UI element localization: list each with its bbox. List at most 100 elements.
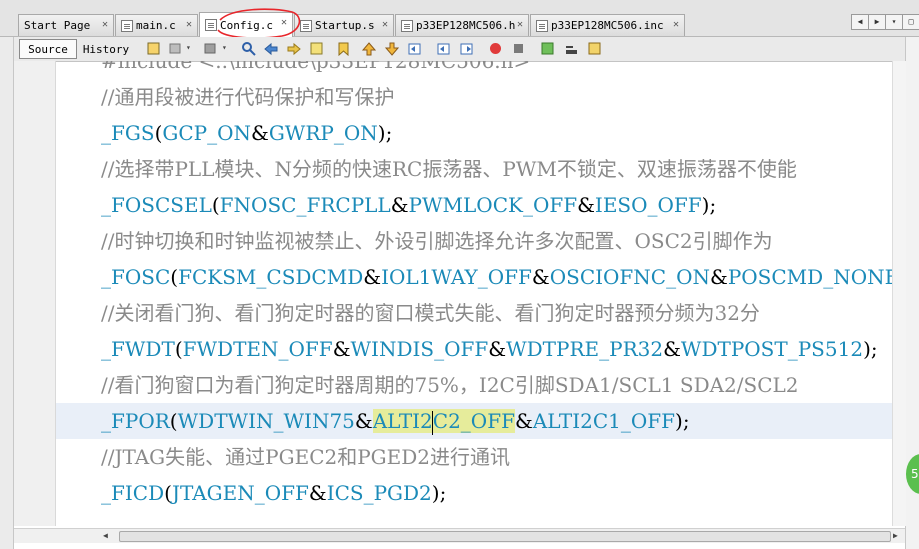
close-icon[interactable]: ✕ bbox=[673, 19, 679, 30]
code-line[interactable]: 16//时钟切换和时钟监视被禁止、外设引脚选择允许多次配置、OSC2引脚作为 bbox=[56, 223, 892, 259]
close-icon[interactable]: ✕ bbox=[102, 19, 108, 30]
scroll-left-icon[interactable]: ◀ bbox=[851, 14, 869, 30]
code-line-content[interactable]: _FICD(JTAGEN_OFF&ICS_PGD2); bbox=[56, 475, 892, 511]
close-icon[interactable]: ✕ bbox=[517, 19, 523, 30]
dropdown-icon[interactable]: ▾ bbox=[186, 43, 191, 52]
dropdown-icon[interactable]: ▾ bbox=[222, 43, 227, 52]
code-token: //JTAG失能、通过PGEC2和PGED2进行通讯 bbox=[101, 445, 511, 469]
code-line-content[interactable]: //选择带PLL模块、N分频的快速RC振荡器、PWM不锁定、双速振荡器不使能 bbox=[56, 151, 892, 187]
code-line[interactable]: 15_FOSCSEL(FNOSC_FRCPLL&PWMLOCK_OFF&IESO… bbox=[56, 187, 892, 223]
code-line[interactable]: 18//关闭看门狗、看门狗定时器的窗口模式失能、看门狗定时器预分频为32分 bbox=[56, 295, 892, 331]
previous-bookmark-icon[interactable] bbox=[361, 41, 376, 56]
code-line[interactable]: 20//看门狗窗口为看门狗定时器周期的75%，I2C引脚SDA1/SCL1 SD… bbox=[56, 367, 892, 403]
uncomment-icon[interactable] bbox=[564, 41, 579, 56]
tab-header-h[interactable]: p33EP128MC506.h ✕ bbox=[395, 14, 529, 36]
next-bookmark-icon[interactable] bbox=[384, 41, 399, 56]
code-token: _FPOR bbox=[101, 409, 170, 433]
code-line-content[interactable]: //时钟切换和时钟监视被禁止、外设引脚选择允许多次配置、OSC2引脚作为 bbox=[56, 223, 892, 259]
code-token: GWRP_ON bbox=[268, 121, 378, 145]
code-token: ( bbox=[170, 265, 179, 289]
code-token: _FGS bbox=[101, 121, 155, 145]
back-icon[interactable] bbox=[168, 41, 183, 56]
code-line[interactable]: 22//JTAG失能、通过PGEC2和PGED2进行通讯 bbox=[56, 439, 892, 475]
toggle-highlight-icon[interactable] bbox=[309, 41, 324, 56]
tab-header-inc[interactable]: p33EP128MC506.inc ✕ bbox=[530, 14, 685, 36]
code-token: PWMLOCK_OFF bbox=[408, 193, 578, 217]
code-line[interactable]: 14//选择带PLL模块、N分频的快速RC振荡器、PWM不锁定、双速振荡器不使能 bbox=[56, 151, 892, 187]
find-icon[interactable] bbox=[241, 41, 256, 56]
close-icon[interactable]: ✕ bbox=[382, 19, 388, 30]
scroll-left-icon[interactable]: ◀ bbox=[103, 531, 108, 540]
code-token: & bbox=[354, 409, 373, 433]
close-icon[interactable]: ✕ bbox=[186, 19, 192, 30]
format-icon[interactable] bbox=[587, 41, 602, 56]
code-line-content[interactable]: _FGS(GCP_ON&GWRP_ON); bbox=[56, 115, 892, 151]
code-line-content[interactable]: //看门狗窗口为看门狗定时器周期的75%，I2C引脚SDA1/SCL1 SDA2… bbox=[56, 367, 892, 403]
code-line-content[interactable]: _FOSC(FCKSM_CSDCMD&IOL1WAY_OFF&OSCIOFNC_… bbox=[56, 259, 892, 295]
code-line[interactable]: 19_FWDT(FWDTEN_OFF&WINDIS_OFF&WDTPRE_PR3… bbox=[56, 331, 892, 367]
code-token: ); bbox=[701, 193, 717, 217]
code-token: WDTPOST_PS512 bbox=[680, 337, 864, 361]
tab-main-c[interactable]: main.c ✕ bbox=[115, 14, 198, 36]
code-line-content[interactable]: _FOSCSEL(FNOSC_FRCPLL&PWMLOCK_OFF&IESO_O… bbox=[56, 187, 892, 223]
code-line-content[interactable]: _FWDT(FWDTEN_OFF&WINDIS_OFF&WDTPRE_PR32&… bbox=[56, 331, 892, 367]
code-token: //通用段被进行代码保护和写保护 bbox=[101, 85, 395, 109]
toggle-bookmark-icon[interactable] bbox=[336, 41, 351, 56]
code-token: ( bbox=[211, 193, 220, 217]
shift-line-left-icon[interactable] bbox=[436, 41, 451, 56]
record-macro-icon[interactable] bbox=[488, 41, 503, 56]
code-line-content[interactable]: //通用段被进行代码保护和写保护 bbox=[56, 79, 892, 115]
vertical-scrollbar[interactable] bbox=[892, 61, 906, 526]
comment-icon[interactable] bbox=[540, 41, 555, 56]
code-token: & bbox=[308, 481, 327, 505]
source-view-button[interactable]: Source bbox=[19, 39, 77, 59]
tab-label: Startup.s bbox=[315, 19, 375, 32]
scrollbar-thumb[interactable] bbox=[119, 531, 891, 542]
code-line[interactable]: 13_FGS(GCP_ON&GWRP_ON); bbox=[56, 115, 892, 151]
forward-icon[interactable] bbox=[203, 41, 218, 56]
restore-icon[interactable]: ▾ bbox=[885, 14, 903, 30]
code-token: JTAGEN_OFF bbox=[171, 481, 309, 505]
scroll-right-icon[interactable]: ▶ bbox=[868, 14, 886, 30]
code-line-content[interactable]: #include <..\include\p33EP128MC506.h> bbox=[56, 61, 892, 79]
code-line[interactable]: 12//通用段被进行代码保护和写保护 bbox=[56, 79, 892, 115]
code-line[interactable]: 21_FPOR(WDTWIN_WIN75&ALTI2C2_OFF&ALTI2C1… bbox=[56, 403, 892, 439]
code-token: IESO_OFF bbox=[594, 193, 702, 217]
code-line-content[interactable]: //JTAG失能、通过PGEC2和PGED2进行通讯 bbox=[56, 439, 892, 475]
code-token: FNOSC_FRCPLL bbox=[219, 193, 391, 217]
stop-macro-icon[interactable] bbox=[511, 41, 526, 56]
code-line-content[interactable]: _FPOR(WDTWIN_WIN75&ALTI2C2_OFF&ALTI2C1_O… bbox=[56, 403, 892, 439]
code-line-content[interactable]: //关闭看门狗、看门狗定时器的窗口模式失能、看门狗定时器预分频为32分 bbox=[56, 295, 892, 331]
scroll-right-icon[interactable]: ▶ bbox=[893, 531, 898, 540]
code-line[interactable]: 11#include <..\include\p33EP128MC506.h> bbox=[56, 61, 892, 79]
code-token: ); bbox=[377, 121, 393, 145]
code-token: FWDTEN_OFF bbox=[182, 337, 333, 361]
tab-startup-s[interactable]: Startup.s ✕ bbox=[294, 14, 394, 36]
code-line[interactable]: 23_FICD(JTAGEN_OFF&ICS_PGD2); bbox=[56, 475, 892, 511]
code-line[interactable]: 17_FOSC(FCKSM_CSDCMD&IOL1WAY_OFF&OSCIOFN… bbox=[56, 259, 892, 295]
tab-start-page[interactable]: Start Page ✕ bbox=[18, 14, 114, 36]
code-token: IOL1WAY_OFF bbox=[381, 265, 532, 289]
last-edit-icon[interactable] bbox=[146, 41, 161, 56]
code-token: ( bbox=[169, 409, 178, 433]
code-token: & bbox=[710, 265, 728, 289]
maximize-icon[interactable]: □ bbox=[902, 14, 919, 30]
shift-line-right-icon[interactable] bbox=[459, 41, 474, 56]
code-token: WINDIS_OFF bbox=[350, 337, 489, 361]
find-next-icon[interactable] bbox=[286, 41, 301, 56]
code-token: ( bbox=[174, 337, 183, 361]
code-token: ); bbox=[431, 481, 447, 505]
find-previous-icon[interactable] bbox=[263, 41, 278, 56]
code-token: //看门狗窗口为看门狗定时器周期的75%，I2C引脚SDA1/SCL1 SDA2… bbox=[101, 373, 799, 397]
code-editor[interactable]: 11#include <..\include\p33EP128MC506.h>1… bbox=[56, 61, 892, 526]
code-line-content[interactable] bbox=[56, 511, 892, 526]
tab-label: main.c bbox=[136, 19, 176, 32]
code-line[interactable]: 24 bbox=[56, 511, 892, 526]
tab-label: Start Page bbox=[24, 19, 91, 32]
code-token: WDTPRE_PR32 bbox=[506, 337, 664, 361]
shift-left-icon[interactable] bbox=[407, 41, 422, 56]
code-token: & bbox=[251, 121, 269, 145]
horizontal-scrollbar[interactable]: ◀ ▶ bbox=[14, 528, 905, 543]
history-view-button[interactable]: History bbox=[79, 39, 133, 59]
code-token: & bbox=[363, 265, 382, 289]
